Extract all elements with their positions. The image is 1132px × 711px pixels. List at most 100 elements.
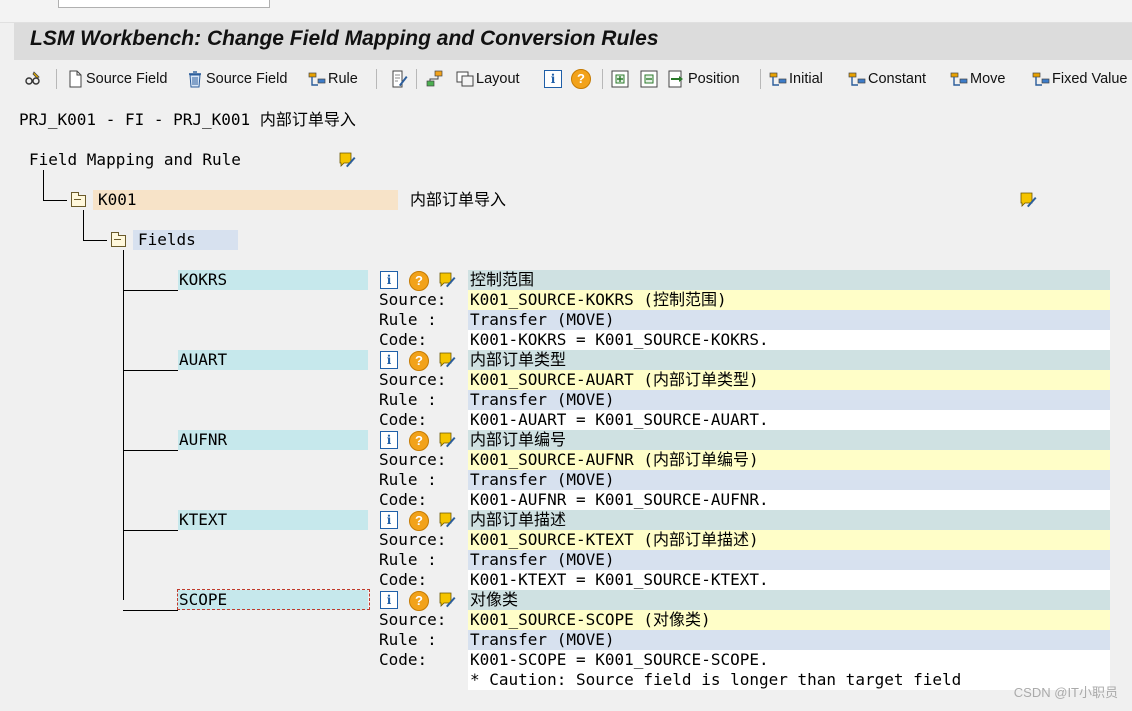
rule-initial-icon [769,72,787,86]
watermark: CSDN @IT小职员 [1013,685,1118,700]
rule-label: Rule : [379,550,437,569]
layout-icon [456,71,474,87]
command-field[interactable] [58,0,270,8]
trash-icon [189,71,201,88]
rule-value: Transfer (MOVE) [470,470,615,489]
edit-note-icon[interactable] [1019,191,1037,209]
display-change-button[interactable] [24,67,42,91]
glasses-pencil-icon [25,71,40,85]
field-description: 内部订单编号 [470,430,567,449]
source-value: K001_SOURCE-AUFNR (内部订单编号) [470,450,759,469]
structure-folder-icon [71,192,86,207]
source-label: Source: [379,530,447,549]
expand-icon [611,70,629,88]
info-icon[interactable]: i [380,511,398,529]
title-bar: LSM Workbench: Change Field Mapping and … [14,23,1132,60]
page-title: LSM Workbench: Change Field Mapping and … [30,27,659,50]
edit-document-icon [392,70,408,88]
code-label: Code: [379,650,428,669]
help-button[interactable]: ? [571,67,591,91]
move-button[interactable]: Move [950,67,1005,91]
source-label: Source: [379,370,447,389]
hierarchy-button[interactable] [426,67,444,91]
create-source-field-button[interactable]: Source Field [66,67,167,91]
info-icon[interactable]: i [380,271,398,289]
help-icon[interactable]: ? [409,271,429,291]
info-icon[interactable]: i [380,351,398,369]
rule-constant-icon [848,72,866,86]
caution-note: * Caution: Source field is longer than t… [470,670,962,689]
help-icon[interactable]: ? [409,591,429,611]
edit-button[interactable] [390,67,408,91]
expand-all-button[interactable] [611,67,629,91]
info-button[interactable]: i [544,67,562,91]
field-name: SCOPE [179,590,228,609]
code-label: Code: [379,330,428,349]
source-label: Source: [379,450,447,469]
code-label: Code: [379,490,428,509]
source-label: Source: [379,290,447,309]
rule-value: Transfer (MOVE) [470,310,615,329]
field-description-row [468,590,1110,610]
rule-value: Transfer (MOVE) [470,630,615,649]
field-description: 控制范围 [470,270,535,289]
edit-note-icon[interactable] [438,591,456,609]
object-path: PRJ_K001 - FI - PRJ_K001 内部订单导入 [19,110,356,129]
rule-move-icon [950,72,968,86]
help-icon[interactable]: ? [409,351,429,371]
edit-note-icon[interactable] [438,351,456,369]
structure-node[interactable] [93,190,398,210]
initial-button[interactable]: Initial [769,67,823,91]
field-name: KTEXT [179,510,228,529]
info-icon[interactable]: i [380,431,398,449]
rule-label: Rule : [379,470,437,489]
code-label: Code: [379,570,428,589]
field-description: 内部订单描述 [470,510,567,529]
rule-value: Transfer (MOVE) [470,390,615,409]
position-label: Position [688,71,740,87]
layout-label: Layout [476,71,520,87]
help-icon[interactable]: ? [409,431,429,451]
rule-label: Rule : [379,390,437,409]
info-icon[interactable]: i [380,591,398,609]
code-value: K001-KTEXT = K001_SOURCE-KTEXT. [470,570,769,589]
create-source-field-label: Source Field [86,71,168,87]
edit-note-icon[interactable] [438,271,456,289]
source-value: K001_SOURCE-KOKRS (控制范围) [470,290,727,309]
source-value: K001_SOURCE-AUART (内部订单类型) [470,370,759,389]
fields-folder-icon [111,232,126,247]
hierarchy-icon [426,70,443,87]
rule-icon [308,72,326,86]
collapse-all-button[interactable] [640,67,658,91]
position-button[interactable]: Position [668,67,740,91]
position-icon [668,70,683,88]
rule-fixed-value-icon [1032,72,1050,86]
constant-button[interactable]: Constant [848,67,926,91]
edit-note-icon[interactable] [438,431,456,449]
field-name: AUART [179,350,228,369]
top-strip [0,0,1132,23]
delete-source-field-button[interactable]: Source Field [186,67,287,91]
help-icon[interactable]: ? [409,511,429,531]
delete-source-field-label: Source Field [206,71,288,87]
fields-node-label: Fields [138,230,196,249]
help-icon: ? [571,69,591,89]
rule-label: Rule : [379,310,437,329]
edit-note-icon[interactable] [438,511,456,529]
field-name: KOKRS [179,270,228,289]
rule-button[interactable]: Rule [308,67,358,91]
code-value: K001-AUFNR = K001_SOURCE-AUFNR. [470,490,769,509]
edit-note-icon[interactable] [338,151,356,169]
info-icon: i [544,70,562,88]
fixed-value-button[interactable]: Fixed Value [1032,67,1128,91]
tree-root-label[interactable]: Field Mapping and Rule [29,150,241,170]
structure-description: 内部订单导入 [410,190,507,209]
fixed-value-label: Fixed Value [1052,71,1128,87]
code-value: K001-KOKRS = K001_SOURCE-KOKRS. [470,330,769,349]
field-description: 内部订单类型 [470,350,567,369]
layout-button[interactable]: Layout [456,67,520,91]
source-label: Source: [379,610,447,629]
code-value: K001-AUART = K001_SOURCE-AUART. [470,410,769,429]
initial-label: Initial [789,71,823,87]
source-value: K001_SOURCE-KTEXT (内部订单描述) [470,530,759,549]
